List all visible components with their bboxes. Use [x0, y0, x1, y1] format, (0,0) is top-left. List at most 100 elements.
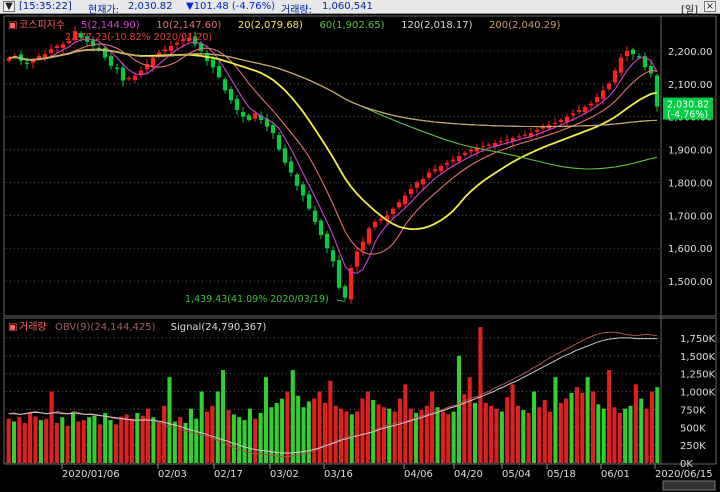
volume-bar — [580, 392, 585, 463]
candle-body — [582, 106, 588, 113]
volume-bar — [376, 404, 381, 463]
volume-bar — [649, 391, 654, 463]
volume-bar — [440, 411, 445, 463]
candle-body — [246, 115, 252, 120]
candle-body — [228, 89, 234, 101]
volume-bar — [499, 411, 504, 463]
volume-bar — [435, 407, 440, 463]
price-axis-tick: 1,500.00 — [668, 277, 713, 288]
current-price: 2,030.82 — [128, 1, 173, 12]
candle-body — [444, 162, 450, 165]
close-icon[interactable]: × — [704, 1, 716, 12]
volume-bar — [569, 392, 574, 463]
volume-bar — [247, 408, 252, 463]
candle-body — [600, 90, 606, 99]
candle-body — [234, 98, 240, 111]
candle-body — [312, 210, 318, 222]
volume-bar — [97, 424, 102, 463]
volume-bar — [521, 410, 526, 463]
moving-average-line — [8, 49, 658, 128]
price-axis-tick: 2,100.00 — [668, 80, 713, 91]
volume-bar — [617, 412, 622, 463]
x-axis-label: 06/01 — [601, 469, 630, 480]
volume-legend-item: Signal(24,790,367) — [171, 322, 267, 333]
volume-bar — [633, 384, 638, 463]
price-axis-tick: 1,900.00 — [668, 146, 713, 157]
price-legend-item: 120(2,018.17) — [401, 20, 473, 31]
volume-bar — [489, 405, 494, 463]
candle-body — [468, 149, 474, 152]
volume-bar — [87, 417, 92, 463]
candle-body — [24, 62, 30, 65]
volume-bar — [81, 420, 86, 463]
volume-bar — [54, 422, 59, 463]
volume-bar — [564, 398, 569, 463]
candle-body — [570, 113, 576, 116]
volume-bar — [623, 408, 628, 463]
volume-axis-tick: 1,500K — [680, 352, 716, 363]
volume-bar — [263, 377, 269, 463]
low-annotation: 1,439.43(41.09% 2020/03/19) — [185, 294, 329, 305]
volume-bar — [590, 391, 596, 463]
price-axis-tick: 2,200.00 — [668, 47, 713, 58]
candle-body — [522, 134, 528, 136]
price-axis-tick: 1,800.00 — [668, 178, 713, 189]
volume-legend-checkbox: ▣ — [8, 322, 17, 333]
candle-body — [114, 67, 120, 69]
x-axis-label: 02/03 — [158, 469, 187, 480]
candle-body — [336, 260, 342, 288]
candle-body — [408, 189, 414, 195]
volume-bar — [548, 411, 553, 463]
price-legend-checkbox: ▣ — [8, 20, 17, 31]
volume-bar — [510, 384, 515, 463]
candle-body — [390, 208, 396, 215]
volume-bar — [387, 408, 392, 463]
candle-body — [216, 66, 222, 78]
x-axis-label: 03/16 — [324, 469, 353, 480]
candle-body — [438, 166, 444, 172]
candle-body — [432, 169, 438, 172]
moving-average-line — [8, 48, 658, 231]
candle-body — [162, 49, 168, 52]
volume-bar — [28, 412, 33, 463]
price-legend-name: 코스피지수 — [19, 19, 65, 31]
candle-body — [138, 70, 144, 75]
candle-body — [108, 56, 114, 66]
volume-bar — [49, 391, 54, 463]
volume-axis-tick: 1,750K — [680, 334, 716, 345]
volume-bar — [253, 418, 258, 463]
volume-bar — [231, 414, 236, 463]
volume-bar — [188, 408, 193, 463]
volume-bar — [221, 370, 226, 463]
volume-bar — [199, 391, 204, 463]
volume-bar — [467, 377, 472, 463]
volume-bar — [628, 405, 633, 463]
volume-bar — [129, 418, 135, 463]
title-bar: ▼ [15:35:22] 현재가: 2,030.82 ▼101.48 (-4.7… — [0, 0, 720, 16]
volume-bar — [312, 398, 317, 463]
chevron-down-icon[interactable]: ▼ — [3, 1, 15, 12]
volume-bar — [355, 411, 360, 463]
volume-bar — [553, 377, 558, 463]
volume-bar — [430, 391, 435, 463]
candle-body — [294, 174, 300, 186]
candle-body — [486, 144, 492, 146]
volume-bar — [596, 404, 601, 463]
volume-bar — [17, 417, 22, 463]
price-axis-tick: 1,600.00 — [668, 244, 713, 255]
candle-body — [504, 139, 510, 141]
candle-body — [306, 194, 312, 209]
volume-bar — [226, 410, 231, 463]
candle-body — [426, 172, 432, 178]
volume-legend-name: 거래량 — [19, 321, 47, 333]
candle-body — [618, 57, 624, 73]
volume-bar — [574, 387, 579, 463]
candle-body — [552, 123, 558, 125]
moving-average-line — [8, 43, 658, 255]
candle-body — [630, 49, 636, 55]
candle-body — [378, 218, 384, 221]
volume-bar — [274, 402, 279, 463]
candle-body — [396, 202, 402, 208]
current-change-tag: (-4.76%) — [667, 110, 708, 121]
volume-bar — [156, 422, 161, 463]
